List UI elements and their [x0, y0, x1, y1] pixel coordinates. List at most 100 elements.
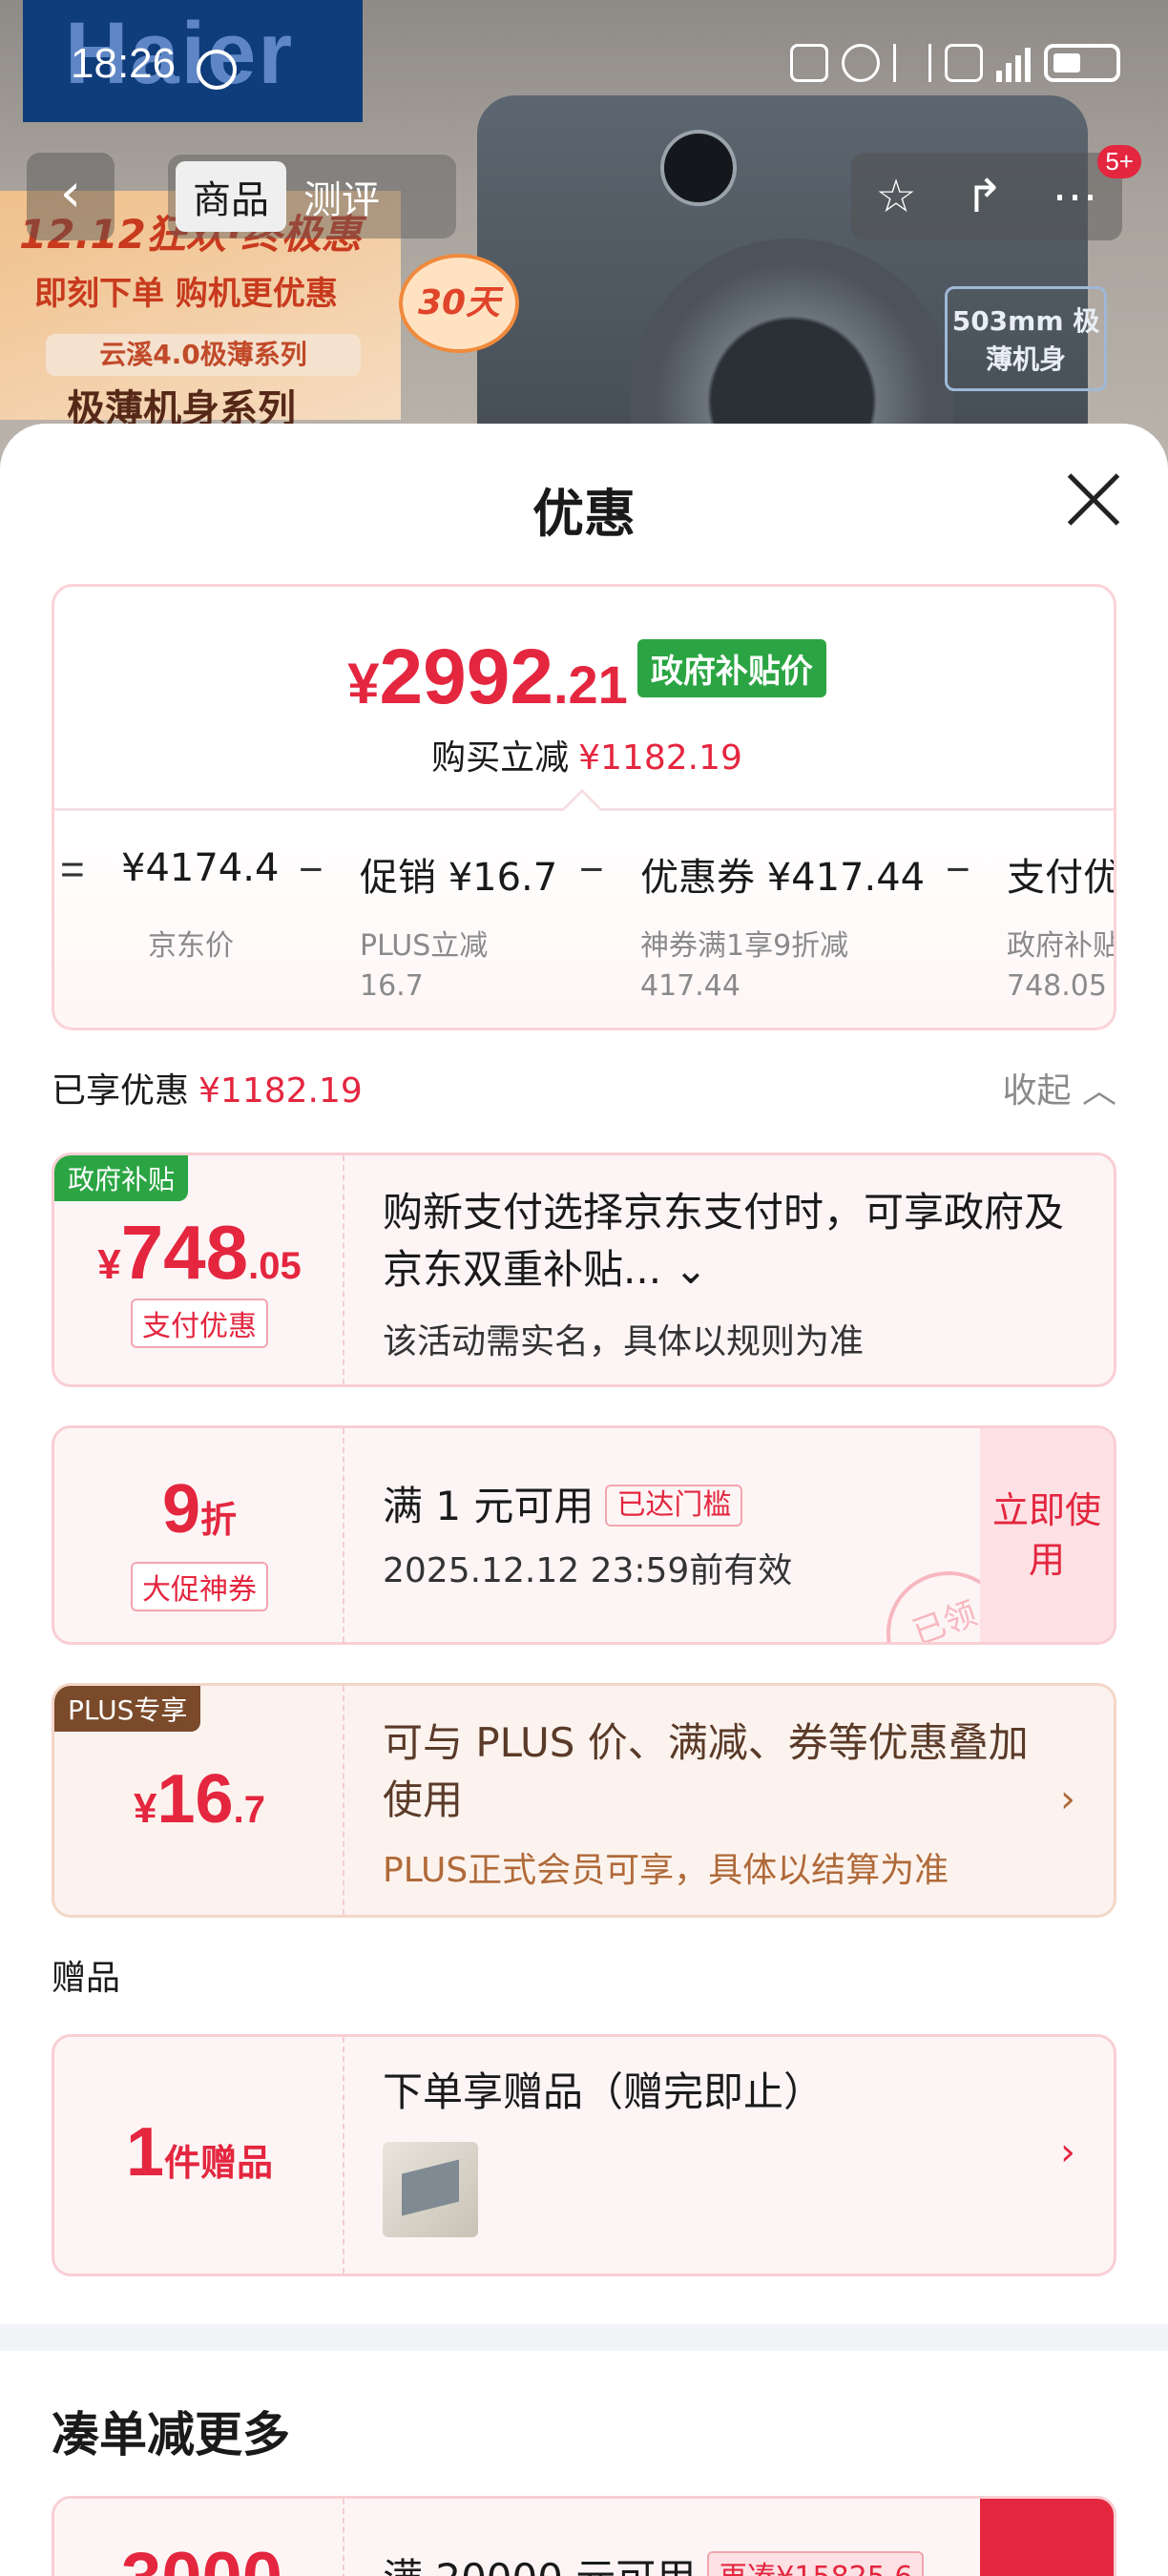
coupon-text-main: 满 1 元可用 — [383, 1483, 594, 1529]
gift-card[interactable]: 1件赠品 下单享赠品（赠完即止） › — [52, 2034, 1116, 2276]
coupon-gov-subsidy[interactable]: 政府补贴 ¥748.05 支付优惠 购新支付选择京东支付时，可享政府及京东双重补… — [52, 1153, 1116, 1387]
more-coupon-card[interactable]: 3000 满 20000 元可用再凑¥15825.6 立即 — [52, 2496, 1116, 2576]
breakdown-value: 支付优 — [1007, 856, 1116, 900]
price-breakdown[interactable]: = ¥4174.4 京东价 − 促销 ¥16.7 PLUS立减 16.7 − 优… — [54, 831, 1116, 1003]
breakdown-desc-2: 748.05 — [1007, 969, 1107, 1003]
gift-count: 1件赠品 — [54, 2113, 344, 2192]
more-coupon-condition: 满 20000 元可用 — [383, 2555, 696, 2576]
threshold-badge: 已达门槛 — [605, 1485, 743, 1527]
sub-tag-text: 支付优惠 — [131, 1298, 268, 1348]
signal-icon — [996, 44, 1031, 82]
reduce-value: ¥1182.19 — [578, 738, 742, 778]
more-icon[interactable]: ⋯ — [1053, 170, 1098, 223]
gift-count-unit: 件赠品 — [164, 2142, 274, 2184]
collapse-button[interactable]: 收起 ︿ — [1003, 1063, 1116, 1112]
breakdown-value: 促销 ¥16.7 — [360, 856, 558, 900]
enjoyed-discount: 已享优惠 ¥1182.19 — [52, 1063, 363, 1112]
coupon-ribbon: 政府补贴 — [54, 1155, 189, 1201]
coupon-amount: ¥748.05 — [54, 1209, 344, 1297]
chevron-left-icon: ‹ — [59, 162, 82, 224]
amount-int: 748 — [120, 1210, 249, 1295]
close-icon[interactable] — [1065, 471, 1122, 529]
use-now-button[interactable]: 立即使用 — [980, 1428, 1114, 1642]
promo-badge: 30天 — [399, 254, 519, 353]
star-icon[interactable]: ☆ — [875, 170, 916, 223]
breakdown-value: 优惠券 ¥417.44 — [640, 856, 926, 900]
breakdown-op: − — [946, 846, 970, 893]
price-dec: .21 — [553, 654, 628, 715]
tab-product[interactable]: 商品 — [176, 161, 286, 232]
breakdown-op: − — [579, 846, 604, 893]
amount-int: 16 — [156, 1761, 234, 1838]
coupon-text: 可与 PLUS 价、满减、券等优惠叠加使用 — [383, 1719, 1029, 1823]
reduce-label: 购买立减 — [431, 738, 570, 778]
share-icon[interactable]: ↱ — [965, 170, 1003, 223]
coupon-text: 满 1 元可用 已达门槛 — [383, 1478, 1070, 1535]
collapse-label: 收起 — [1002, 1071, 1072, 1111]
breakdown-op: = — [60, 846, 85, 893]
coupon-text: 购新支付选择京东支付时，可享政府及京东双重补贴... ⌄ — [383, 1184, 1070, 1298]
breakdown-desc: PLUS立减 — [360, 929, 489, 963]
message-badge: 5+ — [1097, 145, 1141, 178]
final-price: ¥2992.21 政府补贴价 — [54, 633, 1114, 722]
summary-caret — [561, 788, 603, 830]
breakdown-desc-2: 16.7 — [360, 969, 424, 1003]
status-icons — [790, 44, 1120, 82]
breakdown-desc: 神券满1享9折减 — [640, 929, 849, 963]
breakdown-desc: 政府补贴 — [1007, 929, 1116, 963]
chevron-up-icon: ︿ — [1081, 1071, 1116, 1111]
discount-sheet: 优惠 ¥2992.21 政府补贴价 购买立减 ¥1182.19 = ¥4174.4 … — [0, 424, 1168, 2576]
sheet-title: 优惠 — [532, 484, 636, 544]
clock-icon — [197, 50, 237, 90]
coupon-amount: ¥16.7 — [54, 1760, 344, 1839]
coupon-expiry: 2025.12.12 23:59前有效 — [383, 1551, 793, 1590]
gift-count-number: 1 — [125, 2114, 165, 2191]
battery-icon — [1044, 44, 1120, 82]
chevron-down-icon[interactable]: ⌄ — [674, 1246, 707, 1293]
price-summary: ¥2992.21 政府补贴价 购买立减 ¥1182.19 = ¥4174.4 京东价… — [52, 584, 1116, 1030]
alarm-icon — [842, 44, 880, 82]
amount-currency: ¥ — [97, 1241, 121, 1288]
amount-currency: ¥ — [134, 1785, 157, 1832]
price-currency: ¥ — [347, 652, 380, 716]
tab-review[interactable]: 测评 — [286, 161, 397, 232]
breakdown-desc-2: 417.44 — [640, 969, 740, 1003]
gift-text: 下单享赠品（赠完即止） — [383, 2068, 824, 2115]
nav-actions: ☆ ↱ ⋯ — [851, 153, 1122, 240]
reduce-line: 购买立减 ¥1182.19 — [54, 730, 1114, 779]
enjoyed-value: ¥1182.19 — [198, 1071, 363, 1111]
back-button[interactable]: ‹ — [27, 153, 115, 240]
coupon-sub-tag: 支付优惠 — [54, 1298, 344, 1348]
chevron-right-icon[interactable]: › — [1060, 1777, 1075, 1821]
breakdown-desc: 京东价 — [148, 929, 234, 963]
coupon-note: 该活动需实名，具体以规则为准 — [383, 1322, 865, 1361]
thickness-tag: 503mm 极薄机身 — [945, 286, 1107, 391]
coupon-discount[interactable]: 9折 大促神券 满 1 元可用 已达门槛 2025.12.12 23:59前有效 … — [52, 1425, 1116, 1645]
enjoyed-label: 已享优惠 — [52, 1071, 190, 1111]
amount-dec: .05 — [248, 1245, 302, 1287]
promo-line-3: 云溪4.0极薄系列 — [46, 334, 361, 376]
more-discount-title: 凑单减更多 — [52, 2407, 290, 2462]
sub-tag-text: 大促神券 — [131, 1562, 268, 1611]
top-nav: ‹ 商品 测评 ☆ ↱ ⋯ 5+ — [27, 145, 1141, 240]
price-int: 2992 — [379, 634, 553, 720]
amount-unit: 折 — [200, 1499, 238, 1541]
more-coupon-amount: 3000 — [121, 2537, 282, 2576]
coupon-note: PLUS正式会员可享，具体以结算为准 — [383, 1851, 949, 1890]
coupon-plus[interactable]: PLUS专享 ¥16.7 可与 PLUS 价、满减、券等优惠叠加使用 PLUS正… — [52, 1683, 1116, 1918]
more-coupon-gap: 再凑¥15825.6 — [707, 2551, 925, 2576]
price-tag: 政府补贴价 — [636, 639, 826, 697]
coupon-amount: 9折 — [54, 1470, 344, 1548]
gift-thumbnail[interactable] — [383, 2142, 478, 2237]
chevron-right-icon[interactable]: › — [1060, 2130, 1075, 2174]
gift-section-label: 赠品 — [52, 1959, 121, 1998]
more-coupon-text: 满 20000 元可用再凑¥15825.6 — [383, 2546, 925, 2576]
more-coupon-button[interactable]: 立即 — [980, 2499, 1114, 2576]
coupon-text-main: 购新支付选择京东支付时，可享政府及京东双重补贴... — [383, 1189, 1065, 1293]
breakdown-value: ¥4174.4 — [121, 846, 280, 890]
coupon-sub-tag: 大促神券 — [54, 1562, 344, 1611]
bluetooth-icon — [893, 44, 931, 82]
amount-dec: .7 — [233, 1789, 265, 1831]
vibrate-icon — [945, 44, 983, 82]
coupon-ribbon: PLUS专享 — [54, 1686, 201, 1732]
